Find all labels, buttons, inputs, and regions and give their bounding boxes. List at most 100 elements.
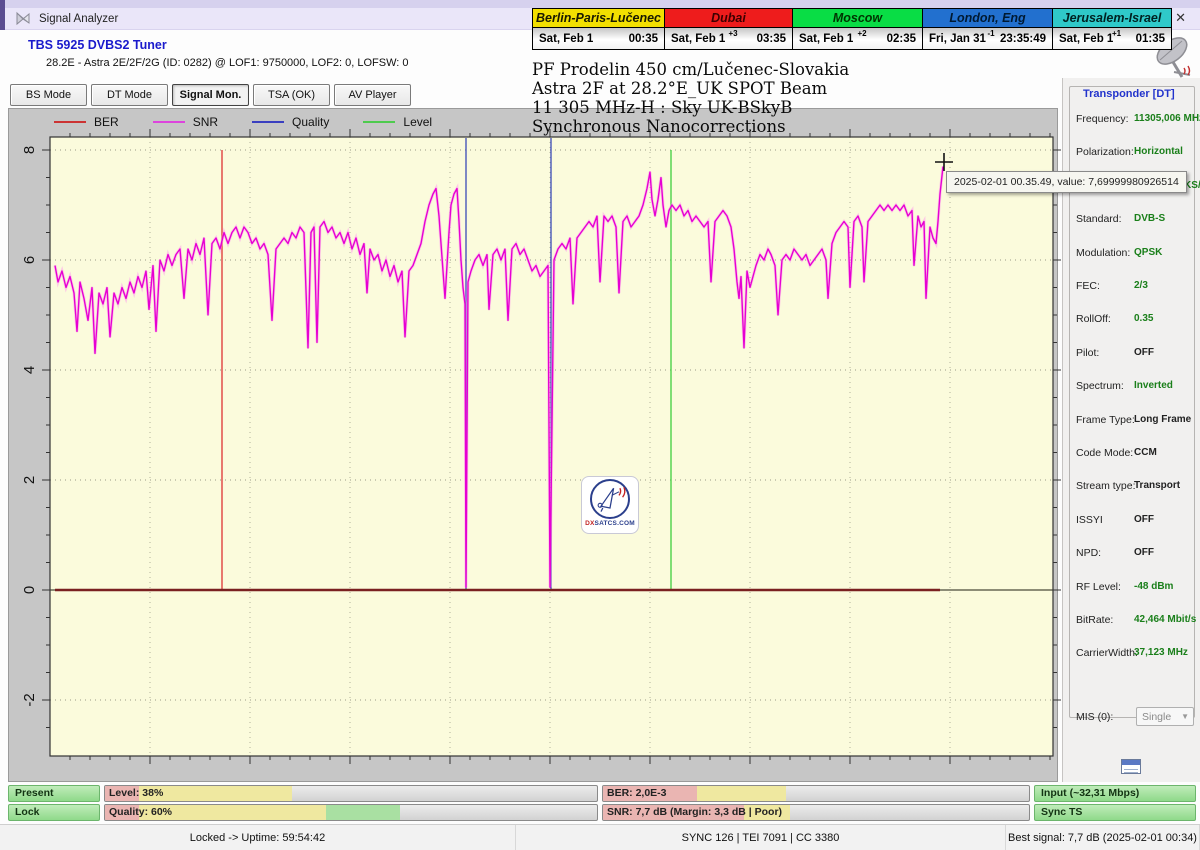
annotation-text: PF Prodelin 450 cm/Lučenec-Slovakia Astra… <box>532 60 849 136</box>
mode-toolbar: BS Mode DT Mode Signal Mon. TSA (OK) AV Play… <box>10 84 411 106</box>
mode-button-av-player[interactable]: AV Player <box>334 84 411 106</box>
status-pill-input: Input (~32,31 Mbps) <box>1034 785 1196 802</box>
clock-time: 23:35:49 <box>999 32 1046 45</box>
transponder-row-label: Frame Type: <box>1076 414 1135 426</box>
transponder-row-label: CarrierWidth: <box>1076 647 1138 659</box>
mis-label: MIS (0): <box>1076 711 1114 723</box>
statusbar-segment-3: Best signal: 7,7 dB (2025-02-01 00:34) <box>1006 825 1200 850</box>
transponder-row-label: ISSYI <box>1076 514 1103 526</box>
legend-line-swatch-icon <box>152 121 185 123</box>
clock-utc-offset: +1 <box>1112 29 1122 38</box>
world-clock-5: Jerusalem-Israel Sat, Feb 1 +1 01:35 <box>1053 9 1171 49</box>
dxsatcs-logo: DXSATCS.COM <box>581 476 639 534</box>
transponder-row-value: 2/3 <box>1134 280 1148 291</box>
clock-date: Fri, Jan 31 <box>929 32 986 45</box>
chart-tooltip: 2025-02-01 00.35.49, value: 7,6999998092… <box>946 171 1187 193</box>
progress-bar-ber: BER: 2,0E-3 <box>602 785 1030 802</box>
statusbar-segment-2: SYNC 126 | TEI 7091 | CC 3380 <box>516 825 1006 850</box>
transponder-row-value: DVB-S <box>1134 213 1166 224</box>
transponder-row-value: OFF <box>1134 347 1154 358</box>
clock-date: Sat, Feb 1 <box>539 32 594 45</box>
mode-button-bs-mode[interactable]: BS Mode <box>10 84 87 106</box>
progress-bar-label: Quality: 60% <box>109 806 173 818</box>
crosshair-cursor-icon <box>934 152 954 172</box>
world-clocks: Berlin-Paris-Lučenec Sat, Feb 1 00:35 Dubai… <box>532 8 1172 50</box>
transponder-row-value: 42,464 Mbit/s <box>1134 614 1197 625</box>
legend-label: Level <box>403 115 433 129</box>
clock-time-row: Sat, Feb 1 +3 03:35 <box>665 28 792 49</box>
transponder-row-label: Code Mode: <box>1076 447 1134 459</box>
legend-line-swatch-icon <box>252 121 285 123</box>
status-pill-present: Present <box>8 785 100 802</box>
transponder-row-value: 37,123 MHz <box>1134 647 1188 658</box>
world-clock-4: London, Eng Fri, Jan 31 -1 23:35:49 <box>923 9 1053 49</box>
tuner-subtitle: 28.2E - Astra 2E/2F/2G (ID: 0282) @ LOF1… <box>46 57 409 69</box>
progress-bar-segment <box>696 786 787 801</box>
clock-utc-offset: +2 <box>857 29 867 38</box>
dxsatcs-logo-ring <box>590 479 630 519</box>
clock-city-header: Jerusalem-Israel <box>1053 9 1171 28</box>
transponder-row-value: Horizontal <box>1134 146 1183 157</box>
satellite-dish-icon <box>16 11 30 25</box>
clock-time-row: Sat, Feb 1 +1 01:35 <box>1053 28 1171 49</box>
status-pill-lock: Lock <box>8 804 100 821</box>
status-bar: Locked -> Uptime: 59:54:42 SYNC 126 | TEI… <box>0 824 1200 850</box>
progress-bar-snr: SNR: 7,7 dB (Margin: 3,3 dB | Poor) <box>602 804 1030 821</box>
clock-utc-offset: -1 <box>987 29 995 38</box>
progress-bar-level: Level: 38% <box>104 785 598 802</box>
clock-time-row: Sat, Feb 1 +2 02:35 <box>793 28 922 49</box>
status-pill-sync: Sync TS <box>1034 804 1196 821</box>
tuner-title: TBS 5925 DVBS2 Tuner <box>28 38 167 52</box>
clock-time-row: Sat, Feb 1 00:35 <box>533 28 664 49</box>
mode-button-signal-mon[interactable]: Signal Mon. <box>172 84 249 106</box>
mode-button-dt-mode[interactable]: DT Mode <box>91 84 168 106</box>
close-button[interactable]: ✕ <box>1175 10 1186 26</box>
clock-date: Sat, Feb 1 <box>799 32 854 45</box>
world-clock-1: Berlin-Paris-Lučenec Sat, Feb 1 00:35 <box>533 9 665 49</box>
transponder-row-label: Polarization: <box>1076 146 1134 158</box>
transponder-row-value: 11305,006 MHz <box>1134 113 1200 124</box>
statusbar-segment-1: Locked -> Uptime: 59:54:42 <box>0 825 516 850</box>
transponder-row-label: RF Level: <box>1076 581 1121 593</box>
legend-item-quality: Quality <box>252 115 329 129</box>
legend-item-ber: BER <box>54 115 119 129</box>
transponder-row-label: RollOff: <box>1076 313 1111 325</box>
progress-bar-label: BER: 2,0E-3 <box>607 787 667 799</box>
clock-city-header: Moscow <box>793 9 922 28</box>
chevron-down-icon: ▼ <box>1181 712 1189 721</box>
transponder-row-label: Pilot: <box>1076 347 1100 359</box>
transponder-row-value: 0.35 <box>1134 313 1154 324</box>
clock-date: Sat, Feb 1 <box>1059 32 1114 45</box>
transponder-row-label: Modulation: <box>1076 247 1131 259</box>
mode-button-tsa-ok[interactable]: TSA (OK) <box>253 84 330 106</box>
transponder-row-label: Stream type: <box>1076 480 1136 492</box>
clock-date: Sat, Feb 1 <box>671 32 726 45</box>
progress-bar-quality: Quality: 60% <box>104 804 598 821</box>
clock-city-header: Dubai <box>665 9 792 28</box>
transponder-row-value: CCM <box>1134 447 1157 458</box>
transponder-row-value: OFF <box>1134 514 1154 525</box>
chart-panel: BER SNR Quality Level <box>8 108 1058 782</box>
clock-city-header: Berlin-Paris-Lučenec <box>533 9 664 28</box>
transponder-row-value: QPSK <box>1134 247 1163 258</box>
legend-label: SNR <box>192 115 219 129</box>
mis-selected-value: Single <box>1142 710 1172 723</box>
transponder-row-label: FEC: <box>1076 280 1100 292</box>
legend-item-snr: SNR <box>152 115 219 129</box>
save-button[interactable] <box>1113 754 1149 778</box>
annotation-line-1: PF Prodelin 450 cm/Lučenec-Slovakia <box>532 60 850 79</box>
progress-bar-segment <box>326 805 401 820</box>
annotation-line-4: Synchronous Nanocorrections <box>532 117 786 136</box>
transponder-row-label: Standard: <box>1076 213 1122 225</box>
legend-line-swatch-icon <box>54 121 86 123</box>
world-clock-2: Dubai Sat, Feb 1 +3 03:35 <box>665 9 793 49</box>
transponder-row-value: OFF <box>1134 547 1154 558</box>
dxsatcs-logo-text: DXSATCS.COM <box>585 520 635 527</box>
annotation-line-2: Astra 2F at 28.2°E_UK SPOT Beam <box>532 79 828 98</box>
transponder-row-value: Inverted <box>1134 380 1173 391</box>
clock-time: 03:35 <box>756 32 786 45</box>
transponder-row-value: Long Frame <box>1134 414 1192 425</box>
dxsatcs-dish-sketch-icon <box>597 487 626 512</box>
legend-line-swatch-icon <box>363 121 396 123</box>
mis-select[interactable]: Single ▼ <box>1136 707 1194 726</box>
